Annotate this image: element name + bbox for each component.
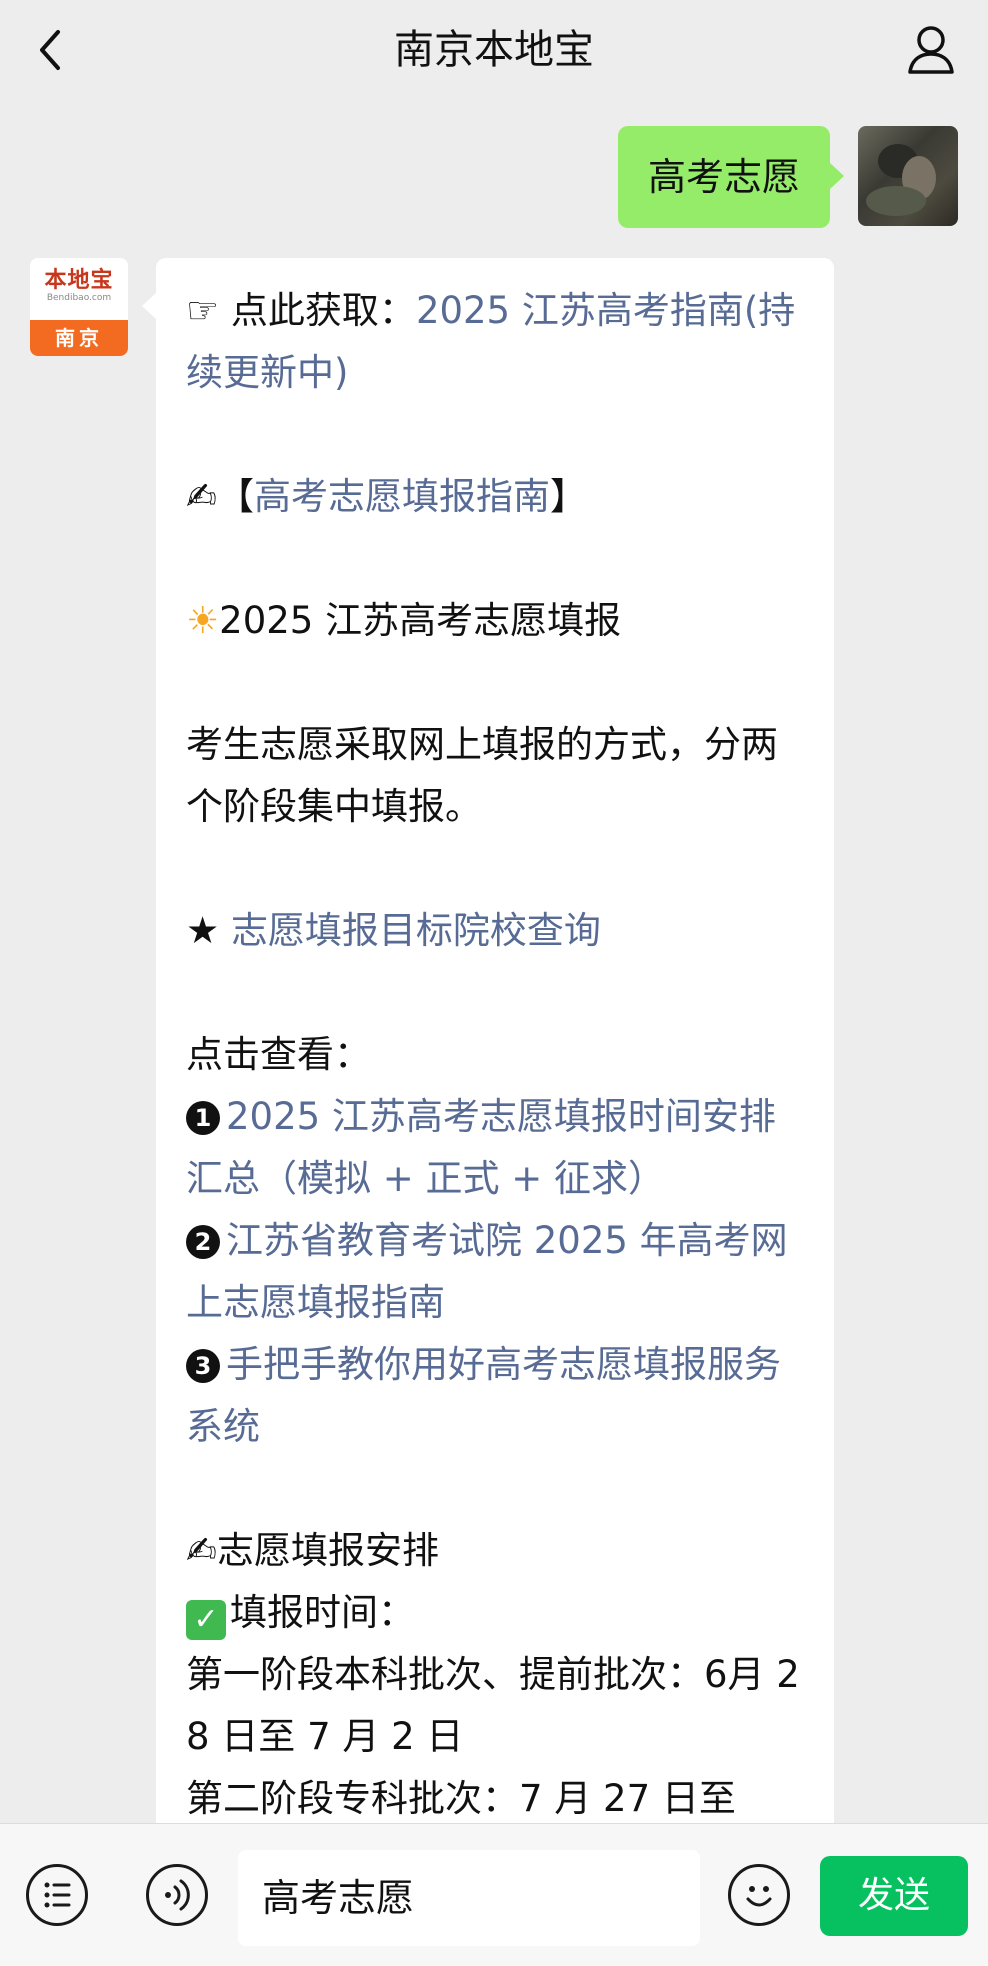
arrangement-heading: ✍志愿填报安排 [186, 1520, 810, 1582]
method-paragraph: 考生志愿采取网上填报的方式，分两个阶段集中填报。 [186, 723, 778, 828]
list-item: 3 手把手教你用好高考志愿填报服务系统 [186, 1334, 810, 1458]
target-school-link[interactable]: 志愿填报目标院校查询 [231, 909, 601, 952]
sun-icon: ☀ [186, 599, 220, 642]
writing-hand-icon: ✍ [186, 1529, 218, 1572]
outgoing-bubble[interactable]: 高考志愿 [617, 126, 845, 228]
outgoing-message: 高考志愿 [617, 126, 958, 228]
bubble-tail [142, 292, 157, 320]
menu-button[interactable] [26, 1864, 88, 1926]
send-button[interactable]: 发送 [820, 1856, 968, 1936]
exam-institute-link[interactable]: 江苏省教育考试院 2025 年高考网上志愿填报指南 [186, 1219, 788, 1324]
phase-two-text: 第二阶段专科批次：7 月 27 日至 [186, 1777, 736, 1820]
bracket-close: 】 [550, 475, 588, 518]
time-label: ✓ 填报时间： [186, 1582, 810, 1644]
service-system-link[interactable]: 手把手教你用好高考志愿填报服务系统 [186, 1343, 781, 1448]
click-view-label: 点击查看： [186, 1033, 371, 1076]
list-item: 2 江苏省教育考试院 2025 年高考网上志愿填报指南 [186, 1210, 810, 1334]
voice-wave-icon [165, 1879, 190, 1911]
profile-button[interactable] [902, 20, 960, 80]
brand-logo: 本地宝 [44, 267, 114, 293]
number-1-icon: 1 [186, 1101, 220, 1135]
number-2-icon: 2 [186, 1225, 220, 1259]
voice-button[interactable] [146, 1864, 208, 1926]
chat-title: 南京本地宝 [394, 27, 594, 73]
target-query-paragraph: ★ 志愿填报目标院校查询 [186, 900, 810, 962]
schedule-link[interactable]: 2025 江苏高考志愿填报时间安排汇总（模拟 + 正式 + 征求） [186, 1095, 776, 1200]
top-nav-bar: 南京本地宝 [0, 0, 988, 100]
pointer-text: ☞ 点此获取： [186, 289, 416, 332]
number-3-icon: 3 [186, 1349, 220, 1383]
smiley-icon [746, 1886, 772, 1907]
message-input[interactable]: 高考志愿 [238, 1850, 700, 1946]
official-account-avatar[interactable]: 本地宝 Bendibao.com 南京 [30, 258, 128, 356]
star-icon: ★ [186, 909, 231, 952]
brand-city: 南京 [30, 320, 128, 356]
incoming-message-bubble: ☞ 点此获取：2025 江苏高考指南(持续更新中) ✍【高考志愿填报指南】 ☀2… [156, 258, 834, 1958]
guide-paragraph: ☞ 点此获取：2025 江苏高考指南(持续更新中) [186, 280, 810, 404]
fill-guide-paragraph: ✍【高考志愿填报指南】 [186, 466, 810, 528]
time-label-text: 填报时间： [230, 1591, 415, 1634]
bracket-open: 【 [217, 475, 255, 518]
list-menu-icon [44, 1882, 71, 1908]
heading-text: 2025 江苏高考志愿填报 [219, 599, 622, 642]
input-toolbar: 高考志愿 发送 [0, 1823, 988, 1966]
check-mark-icon: ✓ [186, 1600, 226, 1640]
brand-url: Bendibao.com [46, 293, 112, 303]
heading-paragraph: ☀2025 江苏高考志愿填报 [186, 590, 810, 652]
phase-one-text: 第一阶段本科批次、提前批次：6月 28 日至 7 月 2 日 [186, 1653, 800, 1758]
emoji-button[interactable] [728, 1864, 790, 1926]
fill-guide-link[interactable]: 高考志愿填报指南 [254, 475, 550, 518]
user-avatar[interactable] [858, 126, 958, 226]
list-item: 1 2025 江苏高考志愿填报时间安排汇总（模拟 + 正式 + 征求） [186, 1086, 810, 1210]
writing-hand-icon: ✍ [186, 475, 218, 518]
arrangement-text: 志愿填报安排 [217, 1529, 440, 1572]
person-icon [908, 26, 954, 74]
brand-logo-area: 本地宝 Bendibao.com [30, 258, 128, 320]
